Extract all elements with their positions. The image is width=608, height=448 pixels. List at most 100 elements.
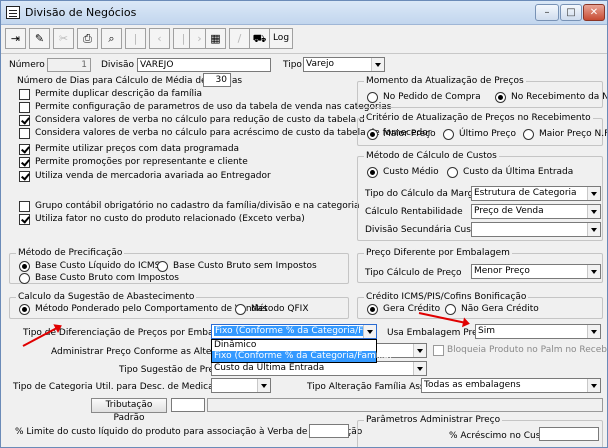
window: Divisão de Negócios – □ ✕ ⇥ ✎ ✂ ⎙ ⌕ | ‹ … <box>0 0 608 448</box>
chevron-down-icon <box>587 379 600 392</box>
chevron-down-icon <box>413 362 426 375</box>
radio-ultimo-preco[interactable] <box>443 129 454 140</box>
radio-nao-gera-credito-label: Não Gera Crédito <box>461 304 539 314</box>
toolbar-divider <box>1 53 607 54</box>
radio-bruto-sem[interactable] <box>157 261 168 272</box>
chevron-down-icon <box>587 205 600 218</box>
toolbar: ⇥ ✎ ✂ ⎙ ⌕ | ‹ | › ▦ / ⛟ Log <box>5 28 605 50</box>
maximize-button[interactable]: □ <box>560 4 582 21</box>
radio-ultimo-preco-label: Último Preço <box>459 129 517 139</box>
momento-title: Momento da Atualização de Preços <box>364 75 526 87</box>
dias-field[interactable]: 30 <box>203 73 231 87</box>
radio-bruto-sem-label: Base Custo Bruto sem Impostos <box>173 261 317 271</box>
radio-custo-liquido-label: Base Custo Líquido do ICMS <box>35 261 161 271</box>
acrescimo-custo-field[interactable] <box>539 427 599 441</box>
check-grupo-contabil[interactable] <box>19 201 30 212</box>
radio-ponderado[interactable] <box>19 304 30 315</box>
radio-maior-preco-nf[interactable] <box>523 129 534 140</box>
user-icon[interactable]: ⛟ <box>249 28 270 49</box>
radio-qfix[interactable] <box>235 304 246 315</box>
check-avariada[interactable] <box>19 171 30 182</box>
credito-title: Crédito ICMS/PIS/Cofins Bonificação <box>364 291 529 303</box>
radio-pedido-compra-label: No Pedido de Compra <box>383 92 481 102</box>
rentab-select[interactable]: Preço de Venda <box>471 204 601 219</box>
check-bloqueia-palm[interactable] <box>433 345 444 356</box>
tipo-select[interactable]: Varejo <box>303 57 385 72</box>
minimize-button[interactable]: – <box>535 4 559 21</box>
prev-record-icon[interactable]: ‹ <box>149 28 170 49</box>
alteracao-familia-select[interactable]: Todas as embalagens <box>421 378 601 393</box>
radio-recebimento-nf-label: No Recebimento da NF <box>511 92 608 102</box>
check-promocoes[interactable] <box>19 157 30 168</box>
tributacao-field[interactable] <box>171 398 205 412</box>
alteracao-familia-label: Tipo Alteração Família Assoc. <box>307 382 438 392</box>
erase-icon[interactable]: ✂ <box>53 28 74 49</box>
dropdown-option-dinamico[interactable]: Dinâmico <box>212 340 376 351</box>
check-promocoes-label: Permite promoções por representante e cl… <box>35 157 248 167</box>
chevron-down-icon <box>587 325 600 338</box>
radio-ponderado-label: Método Ponderado pelo Comportamento de V… <box>35 304 268 314</box>
chevron-down-icon <box>371 58 384 71</box>
categoria-med-select[interactable] <box>211 378 271 393</box>
margem-label: Tipo do Cálculo da Margem <box>365 189 488 199</box>
close-button[interactable]: ✕ <box>583 4 605 21</box>
grid-icon[interactable]: ▦ <box>205 28 226 49</box>
tipo-calculo-select[interactable]: Menor Preço <box>471 264 601 279</box>
numero-label: Número <box>9 60 45 70</box>
radio-nao-gera-credito[interactable] <box>445 304 456 315</box>
radio-custo-medio[interactable] <box>367 167 378 178</box>
sugestao-select[interactable]: Custo da Última Entrada <box>211 361 427 376</box>
check-verba-reducao[interactable] <box>19 115 30 126</box>
radio-maior-preco[interactable] <box>367 129 378 140</box>
check-fator-custo[interactable] <box>19 214 30 225</box>
print-icon[interactable]: ⎙ <box>77 28 98 49</box>
first-record-icon[interactable]: | <box>125 28 146 49</box>
chevron-down-icon <box>413 344 426 357</box>
radio-gera-credito-label: Gera Crédito <box>383 304 441 314</box>
dif-precos-dropdown[interactable]: Dinâmico Fixo (Conforme % da Categoria/F… <box>211 339 392 363</box>
criterio-title: Critério de Atualização de Preços no Rec… <box>364 112 593 124</box>
radio-custo-liquido[interactable] <box>19 261 30 272</box>
dropdown-option-fixo[interactable]: Fixo (Conforme % da Categoria/Família) <box>212 351 392 362</box>
abastec-title: Calculo da Sugestão de Abastecimento <box>16 291 197 303</box>
check-data-programada[interactable] <box>19 144 30 155</box>
tributacao-padrao-button[interactable]: Tributação Padrão <box>91 398 167 423</box>
radio-pedido-compra[interactable] <box>367 92 378 103</box>
title-bar: Divisão de Negócios – □ ✕ <box>1 1 607 25</box>
radio-recebimento-nf[interactable] <box>495 92 506 103</box>
precificacao-title: Método de Precificação <box>16 247 125 259</box>
chevron-down-icon <box>587 223 600 236</box>
search-icon[interactable]: ⌕ <box>101 28 122 49</box>
usa-emb-select[interactable]: Sim <box>475 324 601 339</box>
chevron-down-icon <box>587 265 600 278</box>
limite-verba-field[interactable] <box>309 424 349 438</box>
check-fator-custo-label: Utiliza fator no custo do produto relaci… <box>35 214 305 224</box>
wand-icon[interactable]: / <box>229 28 250 49</box>
radio-bruto-com[interactable] <box>19 273 30 284</box>
numero-field[interactable]: 1 <box>47 58 91 72</box>
window-icon <box>6 6 20 19</box>
acrescimo-custo-label: % Acréscimo no Custo <box>449 431 550 441</box>
log-button[interactable]: Log <box>269 28 293 49</box>
tipo-calculo-label: Tipo Cálculo de Preço <box>365 268 462 278</box>
check-config-param[interactable] <box>19 102 30 113</box>
chevron-down-icon <box>587 187 600 200</box>
tipo-label: Tipo <box>283 60 302 70</box>
metodo-custos-title: Método de Cálculo de Custos <box>364 150 499 162</box>
radio-custo-medio-label: Custo Médio <box>383 167 439 177</box>
exit-icon[interactable]: ⇥ <box>5 28 26 49</box>
divsec-select[interactable] <box>471 222 601 237</box>
dif-precos-select[interactable]: Fixo (Conforme % da Categoria/Família) <box>211 324 377 339</box>
check-duplicar[interactable] <box>19 89 30 100</box>
tributacao-desc-field[interactable] <box>207 398 603 412</box>
check-config-param-label: Permite configuração de parametros de us… <box>35 102 392 112</box>
radio-custo-ultima[interactable] <box>447 167 458 178</box>
divisao-label: Divisão <box>101 60 134 70</box>
margem-select[interactable]: Estrutura de Categoria <box>471 186 601 201</box>
preco-emb-title: Preço Diferente por Embalagem <box>364 247 512 259</box>
edit-icon[interactable]: ✎ <box>29 28 50 49</box>
radio-gera-credito[interactable] <box>367 304 378 315</box>
check-verba-acrescimo[interactable] <box>19 128 30 139</box>
param-adm-title: Parâmetros Administrar Preço <box>364 414 503 426</box>
divisao-field[interactable]: VAREJO <box>137 58 271 72</box>
